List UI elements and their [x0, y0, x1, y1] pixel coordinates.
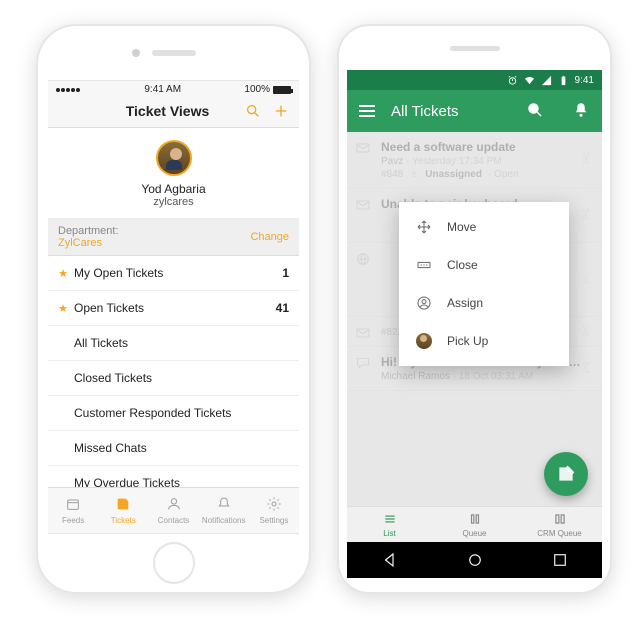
battery-icon [273, 86, 291, 94]
menu-item-move[interactable]: Move [399, 208, 569, 246]
star-icon: ★ [58, 267, 68, 280]
tab-notifications[interactable]: Notifications [199, 488, 249, 533]
bottom-tab-list[interactable]: List [347, 507, 432, 542]
menu-icon[interactable] [359, 105, 375, 117]
contacts-icon [166, 496, 182, 514]
tab-label: Notifications [202, 516, 246, 525]
view-count: 1 [282, 266, 289, 280]
tab-contacts[interactable]: Contacts [148, 488, 198, 533]
ios-tab-bar: Feeds Tickets Contacts Notifications Setting… [48, 487, 299, 533]
add-icon[interactable] [273, 103, 289, 119]
ios-nav-bar: Ticket Views [48, 97, 299, 128]
context-menu: Move Close Assign Pick Up [399, 202, 569, 366]
tab-feeds[interactable]: Feeds [48, 488, 98, 533]
tab-label: List [383, 529, 395, 538]
view-row[interactable]: Missed Chats [48, 431, 299, 466]
ticket-list: Need a software updatePavz · Yesterday 1… [347, 132, 602, 506]
android-status-bar: 9:41 [347, 70, 602, 90]
android-bottom-tabs: List Queue CRM Queue [347, 506, 602, 542]
profile-org: zylcares [48, 196, 299, 208]
bottom-tab-crm-queue[interactable]: CRM Queue [517, 507, 602, 542]
android-toolbar: All Tickets [347, 90, 602, 132]
tab-label: Queue [462, 529, 486, 538]
alarm-icon [507, 75, 518, 86]
view-label: Customer Responded Tickets [74, 406, 231, 420]
tab-label: CRM Queue [537, 529, 581, 538]
view-label: Closed Tickets [74, 371, 152, 385]
view-row[interactable]: All Tickets [48, 326, 299, 361]
home-key[interactable] [466, 551, 484, 569]
settings-icon [266, 496, 282, 514]
tab-icon [383, 512, 397, 528]
tab-icon [553, 512, 567, 528]
profile-card[interactable]: Yod Agbaria zylcares [48, 128, 299, 219]
tab-tickets[interactable]: Tickets [98, 488, 148, 533]
move-icon [415, 218, 433, 236]
assign-icon [415, 294, 433, 312]
view-label: My Open Tickets [74, 266, 163, 280]
view-row[interactable]: ★ Open Tickets 41 [48, 291, 299, 326]
avatar [156, 140, 192, 176]
menu-label: Close [447, 258, 478, 272]
battery-indicator: 100% [244, 84, 291, 95]
view-label: Missed Chats [74, 441, 147, 455]
back-key[interactable] [381, 551, 399, 569]
search-icon[interactable] [526, 101, 544, 122]
fab-new-ticket[interactable] [544, 452, 588, 496]
battery-icon [558, 75, 569, 86]
tickets-icon [115, 496, 131, 514]
menu-label: Assign [447, 296, 483, 310]
menu-item-assign[interactable]: Assign [399, 284, 569, 322]
view-row[interactable]: Customer Responded Tickets [48, 396, 299, 431]
feeds-icon [65, 496, 81, 514]
department-value: ZylCares [58, 237, 102, 249]
view-row[interactable]: ★ My Open Tickets 1 [48, 256, 299, 291]
department-label: Department: [58, 225, 119, 237]
toolbar-title: All Tickets [391, 103, 510, 120]
menu-label: Move [447, 220, 476, 234]
search-icon[interactable] [245, 103, 261, 119]
view-count: 41 [276, 301, 289, 315]
tab-label: Tickets [111, 516, 136, 525]
signal-icon [56, 84, 81, 95]
status-time: 9:41 AM [144, 84, 181, 95]
pickup-icon [415, 332, 433, 350]
menu-item-close[interactable]: Close [399, 246, 569, 284]
recents-key[interactable] [551, 551, 569, 569]
android-nav-bar [347, 542, 602, 578]
close-icon [415, 256, 433, 274]
tab-settings[interactable]: Settings [249, 488, 299, 533]
android-frame: 9:41 All Tickets Need a software updateP… [337, 24, 612, 594]
wifi-icon [524, 75, 535, 86]
bell-icon[interactable] [572, 101, 590, 122]
view-label: All Tickets [74, 336, 128, 350]
tab-icon [468, 512, 482, 528]
department-bar: Department: ZylCares Change [48, 219, 299, 256]
page-title: Ticket Views [126, 103, 210, 119]
menu-item-pick-up[interactable]: Pick Up [399, 322, 569, 360]
tab-label: Feeds [62, 516, 84, 525]
iphone-frame: 9:41 AM 100% Ticket Views Yod Agbaria [36, 24, 311, 594]
menu-label: Pick Up [447, 334, 488, 348]
bottom-tab-queue[interactable]: Queue [432, 507, 517, 542]
tab-label: Settings [259, 516, 288, 525]
tab-label: Contacts [158, 516, 190, 525]
ios-status-bar: 9:41 AM 100% [48, 81, 299, 97]
star-icon: ★ [58, 302, 68, 315]
profile-name: Yod Agbaria [48, 182, 299, 196]
status-time: 9:41 [575, 75, 594, 86]
signal-icon [541, 75, 552, 86]
change-department-button[interactable]: Change [250, 231, 289, 243]
view-row[interactable]: Closed Tickets [48, 361, 299, 396]
view-label: Open Tickets [74, 301, 144, 315]
notifications-icon [216, 496, 232, 514]
